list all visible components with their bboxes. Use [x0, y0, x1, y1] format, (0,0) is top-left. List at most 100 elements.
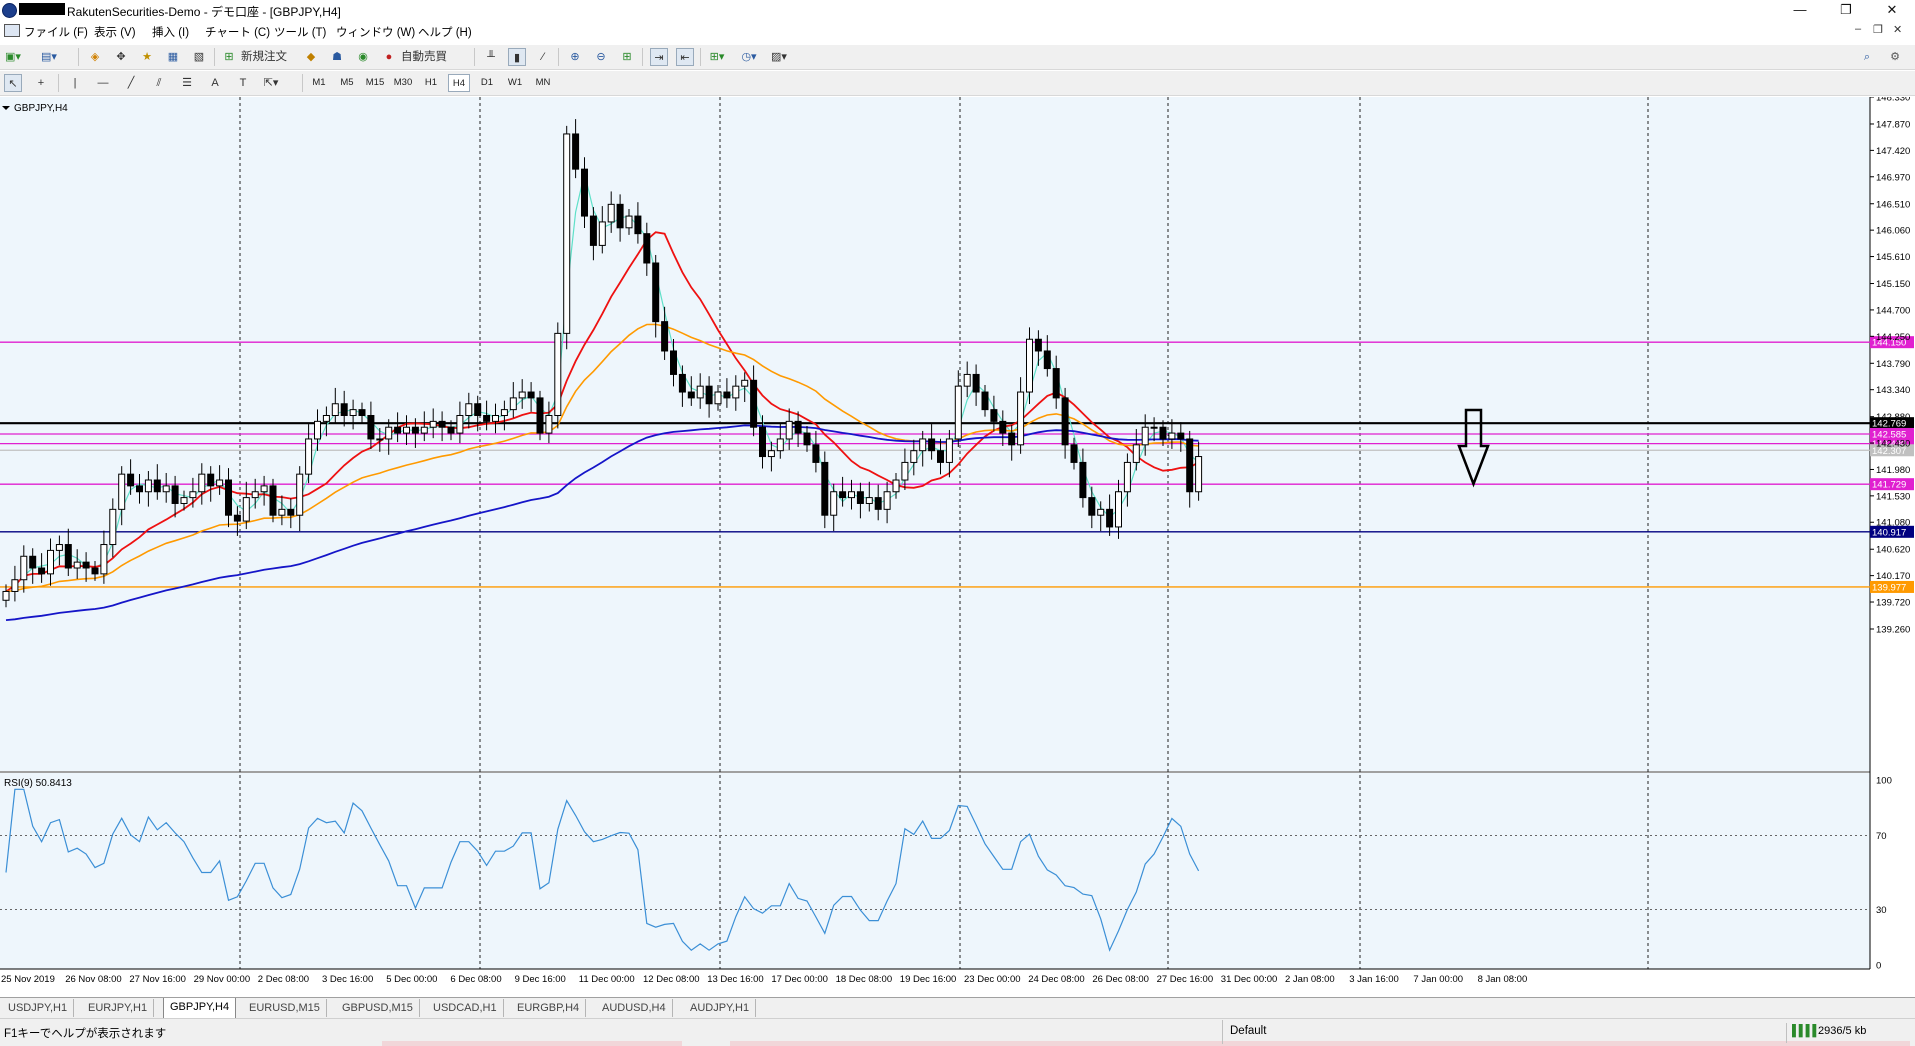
bear-candle [536, 397, 544, 434]
terminal-icon[interactable]: ▦ [164, 48, 182, 66]
search-icon[interactable]: ⌕ [1858, 48, 1876, 66]
bull-candle [696, 385, 704, 399]
app-icon [2, 3, 17, 18]
menu-tools[interactable]: ツール (T) [274, 24, 326, 40]
timeframe-h1[interactable]: H1 [420, 74, 442, 92]
rsi-pane[interactable] [0, 773, 1870, 969]
candlestick-chart-icon[interactable]: ▮ [508, 48, 526, 66]
tile-windows-icon[interactable]: ⊞ [618, 48, 636, 66]
tab-audjpy-h1[interactable]: AUDJPY,H1 [684, 999, 757, 1017]
timeframe-d1[interactable]: D1 [476, 74, 498, 92]
bull-candle [322, 414, 330, 422]
zoom-out-icon[interactable]: ⊖ [592, 48, 610, 66]
tab-audusd-h4[interactable]: AUDUSD,H4 [596, 999, 673, 1017]
bear-candle [438, 420, 446, 428]
mdi-minimize-button[interactable]: – [1855, 23, 1861, 35]
bear-candle [207, 473, 215, 487]
profiles-icon[interactable]: ▤▾ [40, 48, 58, 66]
menu-window[interactable]: ウィンドウ (W) [336, 24, 415, 40]
new-order-button[interactable]: 新規注文 [238, 48, 290, 66]
text-icon[interactable]: A [206, 74, 224, 92]
bull-candle [376, 438, 384, 441]
menu-help[interactable]: ヘルプ (H) [418, 24, 472, 40]
price-axis[interactable]: 148.330 147.870 147.420 146.970 146.510 146.0… [1870, 93, 1910, 636]
minimize-button[interactable]: — [1777, 0, 1823, 20]
price-tick-label: 140.620 [1876, 545, 1910, 556]
periods-icon[interactable]: ◷▾ [740, 48, 758, 66]
time-label: 26 Nov 08:00 [65, 974, 122, 985]
level-price-label: 139.977 [1872, 582, 1906, 593]
profile-name[interactable]: Default [1230, 1025, 1266, 1037]
strategy-tester-icon[interactable]: ▧ [190, 48, 208, 66]
time-label: 26 Dec 08:00 [1092, 974, 1149, 985]
menu-chart[interactable]: チャート (C) [205, 24, 270, 40]
timeframe-m1[interactable]: M1 [308, 74, 330, 92]
cursor-icon[interactable]: ↖ [4, 74, 22, 92]
bull-candle [1115, 491, 1122, 528]
settings-icon[interactable]: ⚙ [1886, 48, 1904, 66]
tab-eurjpy-h1[interactable]: EURJPY,H1 [82, 999, 155, 1017]
price-chart[interactable]: 144.150142.769142.585142.420142.307141.7… [0, 93, 1915, 987]
metaeditor-icon[interactable]: ◆ [302, 48, 320, 66]
timeframe-m30[interactable]: M30 [392, 74, 414, 92]
line-chart-icon[interactable]: ⁄ [534, 48, 552, 66]
timeframe-w1[interactable]: W1 [504, 74, 526, 92]
bear-candle [1034, 338, 1042, 352]
bear-candle [1070, 444, 1078, 463]
vertical-line-icon[interactable]: | [66, 74, 84, 92]
market-icon[interactable]: ◉ [354, 48, 372, 66]
market-watch-icon[interactable]: ◈ [86, 48, 104, 66]
mdi-close-button[interactable]: ✕ [1893, 23, 1902, 36]
tab-gbpusd-m15[interactable]: GBPUSD,M15 [336, 999, 420, 1017]
signals-icon[interactable]: ☗ [328, 48, 346, 66]
tab-usdjpy-h1[interactable]: USDJPY,H1 [2, 999, 75, 1017]
new-chart-icon[interactable]: ▣▾ [4, 48, 22, 66]
chart-tab-bar: USDJPY,H1 EURJPY,H1 GBPJPY,H4 EURUSD,M15… [0, 997, 1915, 1019]
timeframe-m5[interactable]: M5 [336, 74, 358, 92]
bull-candle [1097, 508, 1105, 516]
crosshair-icon[interactable]: + [32, 74, 50, 92]
tab-gbpjpy-h4[interactable]: GBPJPY,H4 [163, 998, 237, 1019]
templates-icon[interactable]: ▨▾ [770, 48, 788, 66]
auto-trading-icon[interactable]: ● [380, 48, 398, 66]
fibonacci-icon[interactable]: ☰ [178, 74, 196, 92]
bear-candle [972, 373, 980, 393]
restore-button[interactable]: ❐ [1823, 0, 1869, 20]
menu-view[interactable]: 表示 (V) [94, 24, 136, 40]
mdi-restore-button[interactable]: ❐ [1873, 23, 1883, 36]
auto-trading-button[interactable]: 自動売買 [398, 48, 450, 66]
price-tick-label: 139.720 [1876, 598, 1910, 609]
text-label-icon[interactable]: T [234, 74, 252, 92]
tab-eurusd-m15[interactable]: EURUSD,M15 [243, 999, 327, 1017]
arrows-icon[interactable]: ⇱▾ [262, 74, 280, 92]
bull-candle [278, 508, 286, 516]
tab-eurgbp-h4[interactable]: EURGBP,H4 [511, 999, 587, 1017]
price-tick-label: 146.510 [1876, 199, 1910, 210]
price-tick-label: 142.880 [1876, 412, 1910, 423]
bar-chart-icon[interactable]: ╨ [482, 48, 500, 66]
channel-icon[interactable]: ⫽ [150, 74, 168, 92]
tab-usdcad-h1[interactable]: USDCAD,H1 [427, 999, 504, 1017]
menu-insert[interactable]: 挿入 (I) [152, 24, 189, 40]
chart-shift-icon[interactable]: ⇤ [676, 48, 694, 66]
bull-candle [901, 461, 909, 481]
horizontal-line-icon[interactable]: — [94, 74, 112, 92]
navigator-icon[interactable]: ★ [138, 48, 156, 66]
bear-candle [661, 321, 669, 352]
data-window-icon[interactable]: ✥ [112, 48, 130, 66]
indicators-icon[interactable]: ⊞▾ [708, 48, 726, 66]
timeframe-m15[interactable]: M15 [364, 74, 386, 92]
bull-candle [785, 420, 793, 440]
bull-candle [492, 414, 499, 422]
menu-file[interactable]: ファイル (F) [24, 24, 88, 40]
chart-window[interactable]: 144.150142.769142.585142.420142.307141.7… [0, 93, 1915, 987]
timeframe-mn[interactable]: MN [532, 74, 554, 92]
time-axis[interactable]: 25 Nov 2019 26 Nov 08:00 27 Nov 16:00 29 No… [0, 968, 1870, 985]
bear-candle [127, 473, 135, 487]
timeframe-h4[interactable]: H4 [448, 74, 470, 92]
new-order-icon[interactable]: ⊞ [220, 48, 238, 66]
trendline-icon[interactable]: ╱ [122, 74, 140, 92]
auto-scroll-icon[interactable]: ⇥ [650, 48, 668, 66]
close-button[interactable]: ✕ [1869, 0, 1915, 20]
zoom-in-icon[interactable]: ⊕ [566, 48, 584, 66]
